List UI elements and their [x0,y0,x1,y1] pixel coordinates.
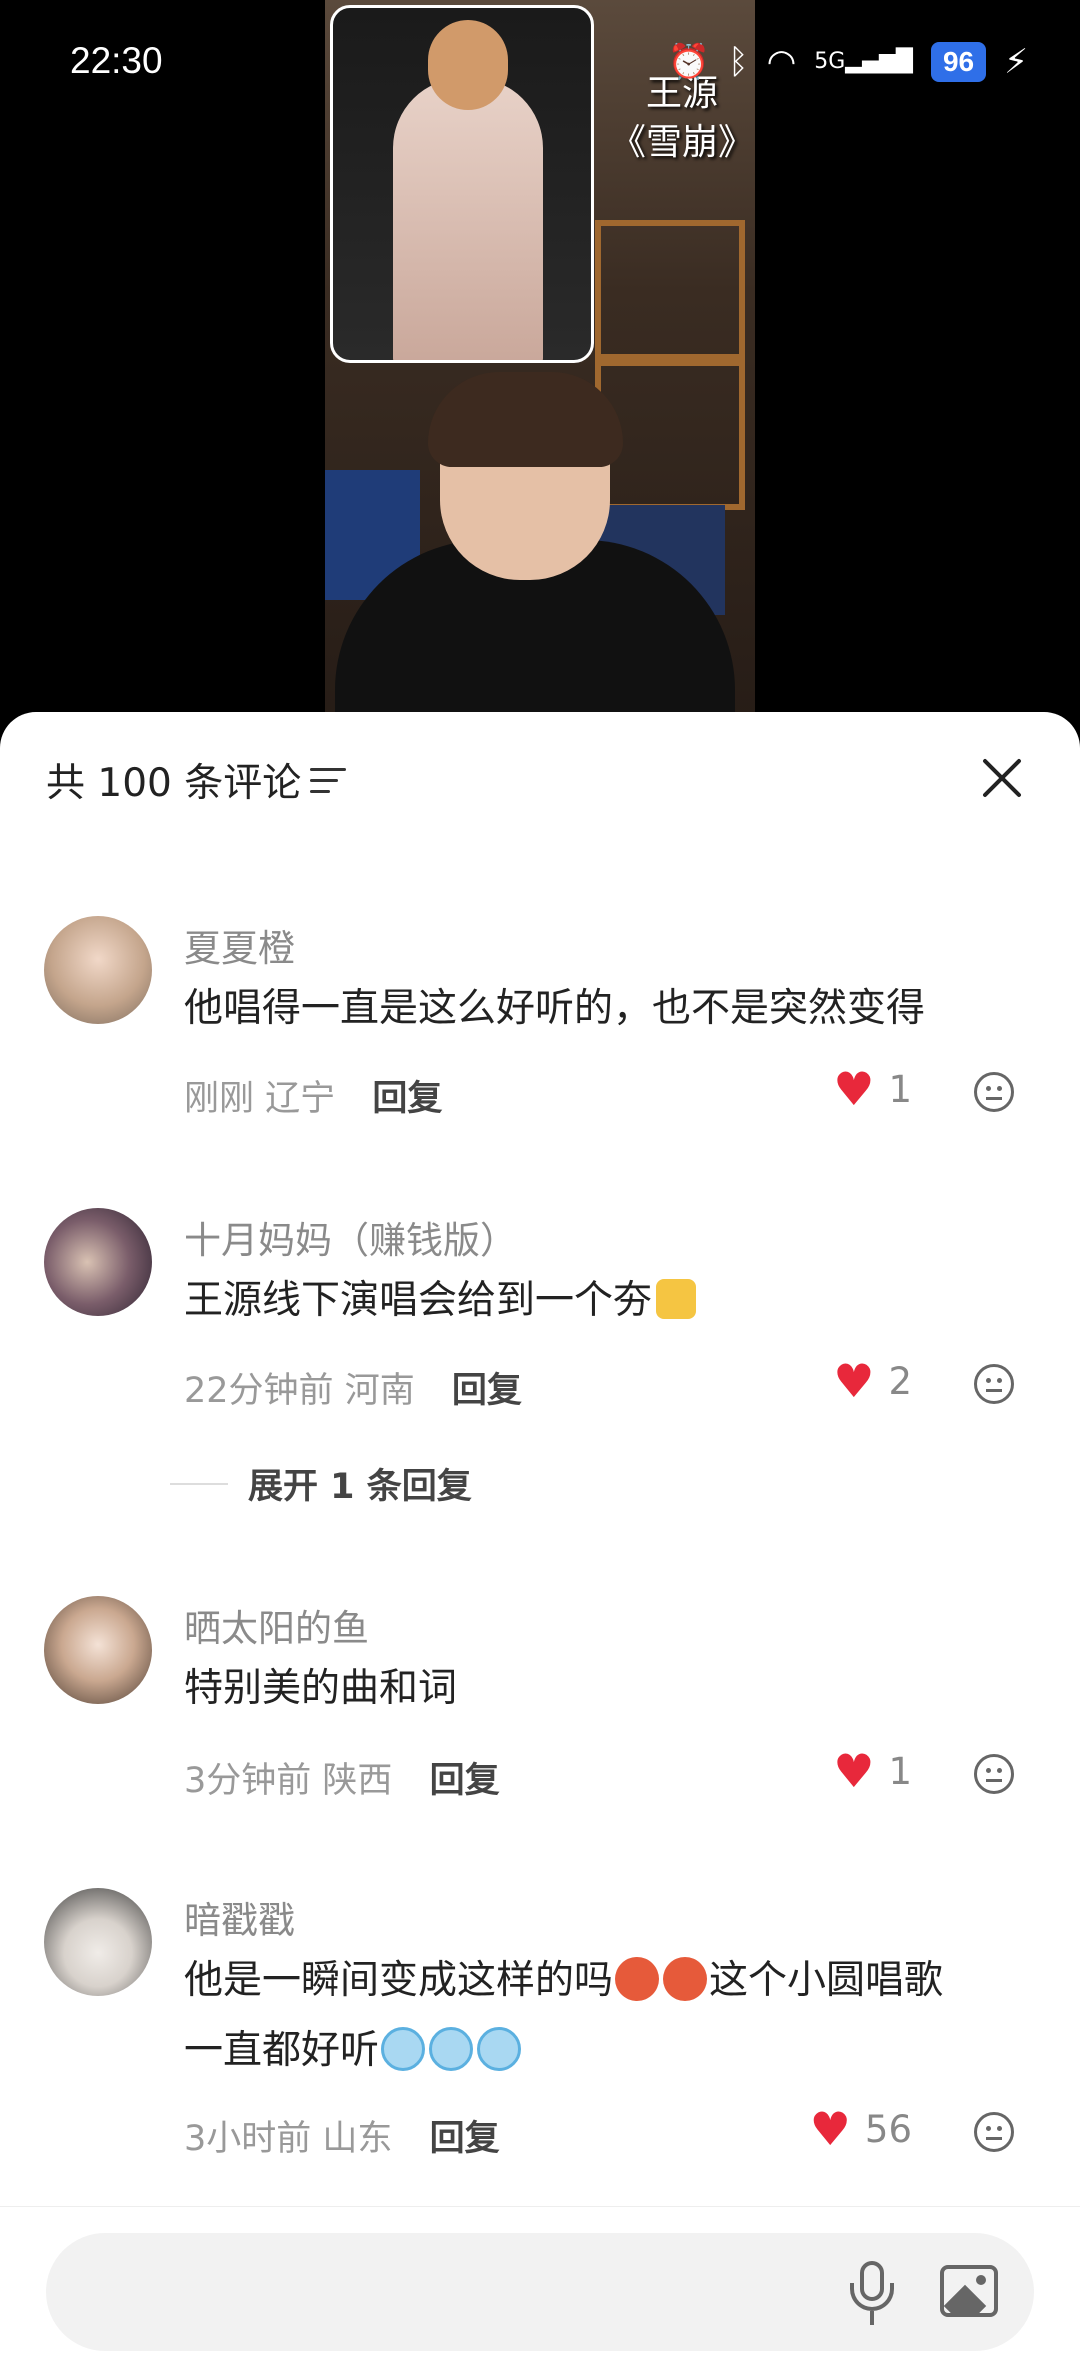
expand-replies-button[interactable]: 展开 1 条回复 [170,1458,472,1509]
dislike-icon[interactable] [974,2112,1014,2152]
dislike-icon[interactable] [974,1072,1014,1112]
network-label: 5G [814,49,846,74]
dislike-icon[interactable] [974,1364,1014,1404]
image-icon[interactable] [940,2265,998,2317]
bluetooth-icon: ᛒ [728,42,749,82]
comment-time: 22分钟前 [184,1371,334,1411]
charging-icon: ⚡ [1004,42,1028,82]
comment-text[interactable]: 他唱得一直是这么好听的，也不是突然变得 [184,974,1014,1044]
like-button[interactable]: ♥ 1 [833,1066,912,1112]
heart-icon: ♥ [833,1062,875,1116]
comment-username[interactable]: 晒太阳的鱼 [184,1598,369,1652]
comment-text-content: 王源线下演唱会给到一个夯 [184,1278,653,1323]
status-bar: 22:30 ⏰ ᛒ ◠ 5G▂▄▆█ 96 ⚡ [0,0,1080,130]
like-button[interactable]: ♥ 1 [833,1748,912,1794]
comment-text[interactable]: 王源线下演唱会给到一个夯 [184,1266,1014,1336]
crying-face-icon [381,2027,426,2071]
angry-face-icon [615,1957,660,2001]
avatar[interactable] [44,1208,152,1316]
dislike-icon[interactable] [974,1754,1014,1794]
comment-username[interactable]: 十月妈妈（赚钱版） [184,1210,517,1264]
comment-text-part: 他是一瞬间变成这样的吗 [184,1958,614,2003]
comment-meta: 3分钟前 陕西 回复 [184,1752,500,1803]
comment-meta: 3小时前 山东 回复 [184,2110,500,2161]
comment-text[interactable]: 特别美的曲和词 [184,1654,1014,1724]
expand-replies-label: 展开 1 条回复 [248,1467,472,1507]
comment-text-part: 一直都好听 [184,2028,380,2073]
comment-input[interactable] [46,2233,1034,2351]
expand-divider [170,1482,228,1485]
status-icons: ⏰ ᛒ ◠ 5G▂▄▆█ 96 ⚡ [668,42,1028,82]
reply-button[interactable]: 回复 [430,1761,500,1801]
avatar[interactable] [44,1888,152,1996]
heart-icon: ♥ [833,1354,875,1408]
heart-icon: ♥ [833,1744,875,1798]
like-count: 1 [888,1067,912,1111]
angry-face-icon [663,1957,708,2001]
thumbs-up-icon [656,1279,697,1319]
avatar[interactable] [44,1596,152,1704]
host-hair [428,372,623,467]
like-count: 2 [888,1359,912,1403]
avatar[interactable] [44,916,152,1024]
sort-filter-icon[interactable] [310,768,346,798]
status-time: 22:30 [70,40,163,81]
comment-location: 河南 [344,1371,415,1411]
comments-sheet: 共 100 条评论 夏夏橙 他唱得一直是这么好听的，也不是突然变得 刚刚 辽宁 … [0,712,1080,2376]
reply-button[interactable]: 回复 [372,1079,442,1119]
comment-text-part: 这个小圆唱歌 [709,1958,944,2003]
comment-meta: 22分钟前 河南 回复 [184,1362,522,1413]
comment-username[interactable]: 夏夏橙 [184,918,295,972]
crying-face-icon [429,2027,474,2071]
comment-count-title: 共 100 条评论 [46,761,302,806]
comment-username[interactable]: 暗戳戳 [184,1890,295,1944]
like-button[interactable]: ♥ 2 [833,1358,912,1404]
alarm-icon: ⏰ [667,42,711,82]
crying-face-icon [477,2027,522,2071]
comment-input-bar [0,2206,1080,2376]
like-count: 56 [864,2107,912,2151]
battery-icon: 96 [930,42,987,82]
reply-button[interactable]: 回复 [452,1371,522,1411]
signal-icon: 5G▂▄▆█ [814,49,913,74]
comment-location: 山东 [322,2119,393,2159]
like-count: 1 [888,1749,912,1793]
microphone-icon[interactable] [842,2261,902,2325]
comment-time: 3分钟前 [184,1761,312,1801]
reply-button[interactable]: 回复 [430,2119,500,2159]
background-shelf [595,220,745,360]
wifi-icon: ◠ [766,42,797,82]
comment-location: 陕西 [322,1761,393,1801]
close-icon[interactable] [976,752,1028,804]
comment-text[interactable]: 他是一瞬间变成这样的吗 这个小圆唱歌 一直都好听 [184,1946,1014,2086]
comment-meta: 刚刚 辽宁 回复 [184,1070,442,1121]
comment-location: 辽宁 [265,1079,336,1119]
heart-icon: ♥ [809,2102,851,2156]
comments-header: 共 100 条评论 [0,712,1080,852]
like-button[interactable]: ♥ 56 [810,2106,912,2152]
comment-time: 刚刚 [184,1079,255,1119]
comment-time: 3小时前 [184,2119,312,2159]
